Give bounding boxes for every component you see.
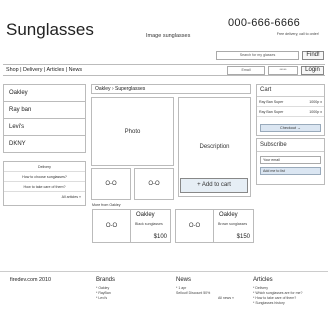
more-from-label: More from Oakley (92, 203, 121, 207)
help-link-care[interactable]: How to take care of them? (4, 182, 85, 192)
related-product-1[interactable]: O-O Oakley Black sunglasses $100 (92, 209, 171, 243)
help-link-delivery[interactable]: Delivery (4, 162, 85, 172)
cart-row: Ray Ban Super 1000p x (257, 97, 324, 107)
thumbnail-1-label: O-O (105, 181, 117, 187)
help-link-all-articles[interactable]: All articles » (4, 192, 85, 202)
photo-label: Photo (124, 128, 141, 135)
footer-copyright: firedev.com 2010 (10, 277, 51, 283)
help-link-choose[interactable]: How to choose sunglasses? (4, 172, 85, 182)
footer-brand-link[interactable]: * Levi's (96, 296, 115, 301)
related-product-2-price: $150 (236, 234, 250, 240)
related-product-2-desc: Brown sunglasses (218, 222, 248, 226)
find-button[interactable]: Find! (302, 51, 324, 60)
thumbnail-2-label: O-O (148, 181, 160, 187)
footer: firedev.com 2010 Brands * Oakley * RayBa… (0, 271, 328, 325)
cart-panel: Cart Ray Ban Super 1000p x Ray Ban Super… (256, 84, 325, 136)
related-product-2-name: Oakley (219, 212, 238, 218)
sidebar-item-oakley[interactable]: Oakley (3, 84, 86, 102)
related-product-2[interactable]: O-O Oakley Brown sunglasses $150 (175, 209, 254, 243)
search-input[interactable]: Search for my glasses (216, 51, 299, 60)
product-photo: Photo (91, 97, 174, 166)
free-delivery-note: Free delivery, call to order! (276, 32, 319, 36)
site-logo[interactable]: Sunglasses (6, 20, 94, 40)
cart-title: Cart (257, 85, 324, 97)
breadcrumb[interactable]: Oakley › Superglasses (91, 84, 251, 94)
subscribe-button[interactable]: Add me to list (260, 167, 321, 175)
wireframe-page: Sunglasses Image sunglasses 000-666-6666… (0, 0, 328, 325)
cart-item-name: Ray Ban Super (259, 100, 284, 104)
sidebar-item-dkny[interactable]: DKNY (3, 135, 86, 153)
nav-links[interactable]: Shop | Delivery | Articles | News (6, 67, 82, 73)
sidebar-item-rayban[interactable]: Ray ban (3, 101, 86, 119)
related-product-1-price: $100 (153, 234, 167, 240)
footer-brands: Brands * Oakley * RayBan * Levi's (96, 277, 115, 301)
cart-item-name: Ray Ban Super (259, 110, 284, 114)
footer-all-news-link[interactable]: All news » (176, 296, 234, 301)
subscribe-panel: Subscribe Your email Add me to list (256, 138, 325, 185)
related-product-1-name: Oakley (136, 212, 155, 218)
brand-sidebar: Oakley Ray ban Levi's DKNY (3, 84, 86, 153)
checkout-button[interactable]: Checkout → (260, 124, 321, 132)
footer-article-link[interactable]: * Sunglasses history (253, 301, 302, 306)
thumbnail-1[interactable]: O-O (91, 168, 131, 200)
sidebar-item-levis[interactable]: Levi's (3, 118, 86, 136)
footer-news: News * 1 apr Sellout! Discount 50% All n… (176, 277, 234, 301)
related-product-2-image: O-O (176, 210, 214, 242)
subscribe-title: Subscribe (257, 139, 324, 152)
footer-brands-title: Brands (96, 277, 116, 283)
login-button[interactable]: Login (301, 66, 324, 75)
related-product-1-desc: Black sunglasses (135, 222, 163, 226)
phone-number: 000-666-6666 (228, 17, 301, 29)
footer-articles-title: Articles (253, 277, 273, 283)
email-field[interactable]: Email (227, 66, 265, 75)
password-field[interactable]: ***** (268, 66, 298, 75)
header-image-placeholder: Image sunglasses (146, 33, 191, 39)
footer-articles: Articles * Delivery * Which sunglasses a… (253, 277, 302, 306)
help-links-box: Delivery How to choose sunglasses? How t… (3, 161, 86, 206)
description-label: Description (199, 144, 230, 150)
cart-item-amount[interactable]: 1000p x (309, 107, 322, 117)
subscribe-email-field[interactable]: Your email (260, 156, 321, 164)
cart-row: Ray Ban Super 1000p x (257, 107, 324, 117)
add-to-cart-button[interactable]: + Add to cart (180, 178, 248, 193)
footer-news-title: News (176, 277, 192, 283)
thumbnail-2[interactable]: O-O (134, 168, 174, 200)
related-product-1-image: O-O (93, 210, 131, 242)
cart-item-amount[interactable]: 1000p x (309, 97, 322, 107)
